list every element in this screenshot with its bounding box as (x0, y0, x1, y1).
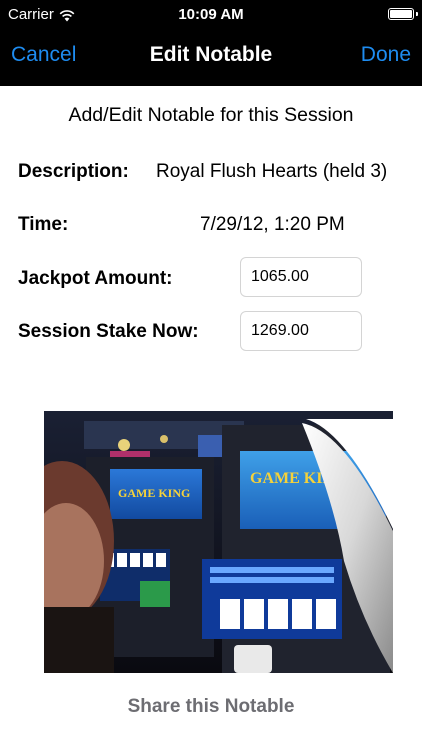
status-time: 10:09 AM (178, 6, 244, 23)
jackpot-label: Jackpot Amount: (18, 268, 173, 289)
casino-photo-illustration: GAME KING GAME KING (44, 411, 393, 673)
share-notable-button[interactable]: Share this Notable (0, 696, 422, 718)
description-label: Description: (18, 161, 129, 182)
battery-tip (416, 12, 418, 16)
notable-photo[interactable]: GAME KING GAME KING (44, 411, 393, 673)
page-title: Edit Notable (149, 43, 273, 66)
time-label: Time: (18, 214, 69, 235)
done-button[interactable]: Done (361, 43, 411, 67)
form-heading: Add/Edit Notable for this Session (68, 104, 354, 126)
stake-label: Session Stake Now: (18, 321, 199, 342)
navigation-bar: Cancel Edit Notable Done (0, 30, 422, 86)
left-machine-sign: GAME KING (118, 486, 190, 500)
jackpot-amount-field[interactable] (240, 257, 362, 297)
session-stake-field[interactable] (240, 311, 362, 351)
battery-icon (388, 8, 418, 20)
top-bar: Carrier 10:09 AM Cancel Edit Notable Don… (0, 0, 422, 86)
time-value: 7/29/12, 1:20 PM (200, 214, 345, 235)
battery-level (390, 10, 412, 18)
description-value: Royal Flush Hearts (held 3) (156, 161, 388, 182)
status-bar: Carrier 10:09 AM (0, 0, 422, 30)
